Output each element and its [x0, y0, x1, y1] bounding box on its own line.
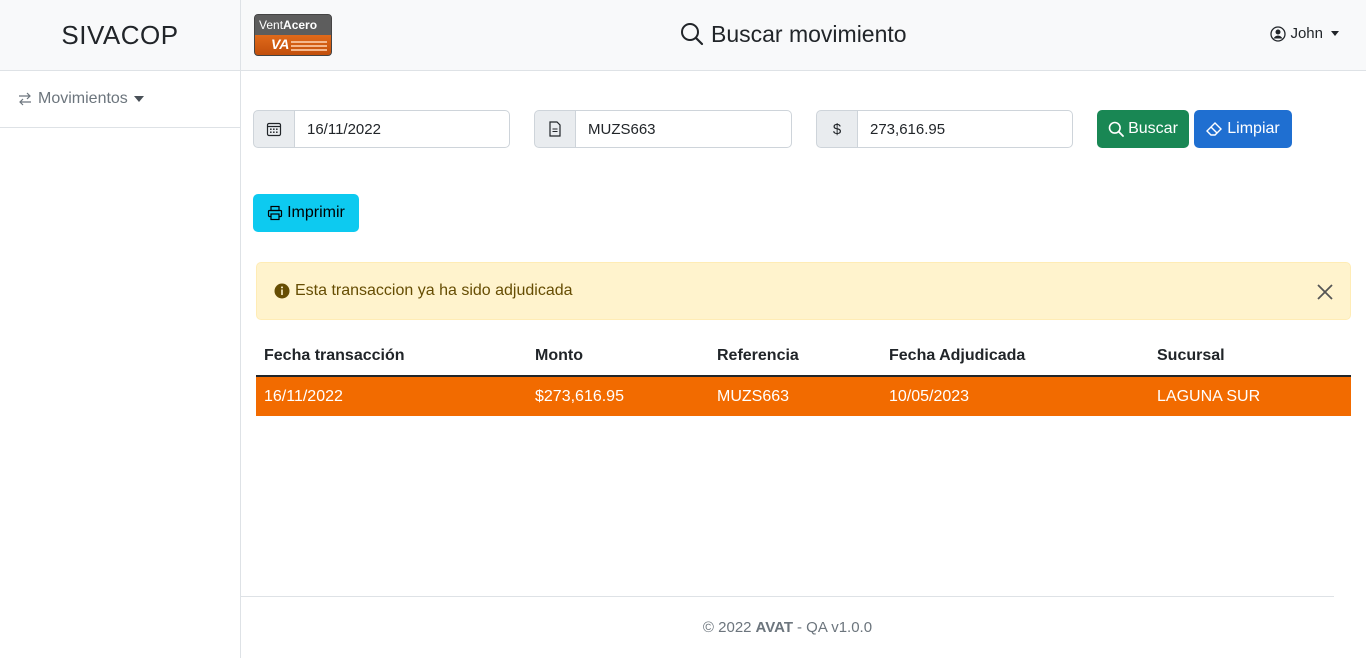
arrows-exchange-icon: [17, 91, 33, 107]
close-icon[interactable]: [1314, 281, 1336, 303]
caret-down-icon: [133, 96, 144, 102]
alert-message: Esta transaccion ya ha sido adjudicada: [295, 282, 573, 299]
search-icon: [680, 22, 704, 46]
ventacero-logo: VentAcero VA: [254, 14, 332, 56]
date-input-group: [253, 110, 510, 148]
search-icon: [1108, 121, 1124, 137]
print-button[interactable]: Imprimir: [253, 194, 359, 232]
column-header: Monto: [527, 336, 709, 377]
column-header: Fecha transacción: [256, 336, 527, 377]
clear-button[interactable]: Limpiar: [1194, 110, 1292, 148]
info-icon: [274, 283, 290, 299]
calendar-icon: [253, 110, 295, 148]
column-header: Fecha Adjudicada: [881, 336, 1149, 377]
reference-input-group: [534, 110, 792, 148]
caret-down-icon: [1331, 31, 1339, 36]
column-header: Sucursal: [1149, 336, 1351, 377]
date-field[interactable]: [295, 110, 510, 148]
document-icon: [534, 110, 576, 148]
column-header: Referencia: [709, 336, 881, 377]
table-cell: LAGUNA SUR: [1149, 376, 1351, 416]
footer-brand: AVAT: [755, 619, 794, 636]
app-brand: SIVACOP: [0, 0, 240, 71]
page-title: Buscar movimiento: [680, 17, 907, 51]
user-circle-icon: [1270, 25, 1287, 42]
movements-table: Fecha transacción Monto Referencia Fecha…: [256, 336, 1351, 416]
printer-icon: [267, 205, 283, 221]
footer: © 2022 AVAT - QA v1.0.0: [241, 596, 1334, 658]
table-cell: $273,616.95: [527, 376, 709, 416]
table-cell: 16/11/2022: [256, 376, 527, 416]
eraser-icon: [1206, 121, 1223, 137]
table-cell: 10/05/2023: [881, 376, 1149, 416]
user-name: John: [1290, 25, 1323, 42]
sidebar-item-label: Movimientos: [38, 90, 128, 107]
footer-version: - QA v1.0.0: [797, 619, 873, 636]
amount-input-group: $: [816, 110, 1073, 148]
sidebar-item-movimientos[interactable]: Movimientos: [0, 71, 240, 128]
table-header-row: Fecha transacción Monto Referencia Fecha…: [256, 336, 1351, 377]
footer-copyright: © 2022: [702, 619, 752, 636]
dollar-prefix: $: [816, 110, 858, 148]
amount-field[interactable]: [858, 110, 1073, 148]
warning-alert: Esta transaccion ya ha sido adjudicada: [256, 262, 1351, 320]
topbar: VentAcero VA Buscar movimiento John: [241, 0, 1366, 71]
user-menu[interactable]: John: [1270, 25, 1339, 42]
sidebar: SIVACOP Movimientos: [0, 0, 241, 658]
reference-field[interactable]: [576, 110, 792, 148]
table-row[interactable]: 16/11/2022 $273,616.95 MUZS663 10/05/202…: [256, 376, 1351, 416]
search-button[interactable]: Buscar: [1097, 110, 1189, 148]
table-cell: MUZS663: [709, 376, 881, 416]
